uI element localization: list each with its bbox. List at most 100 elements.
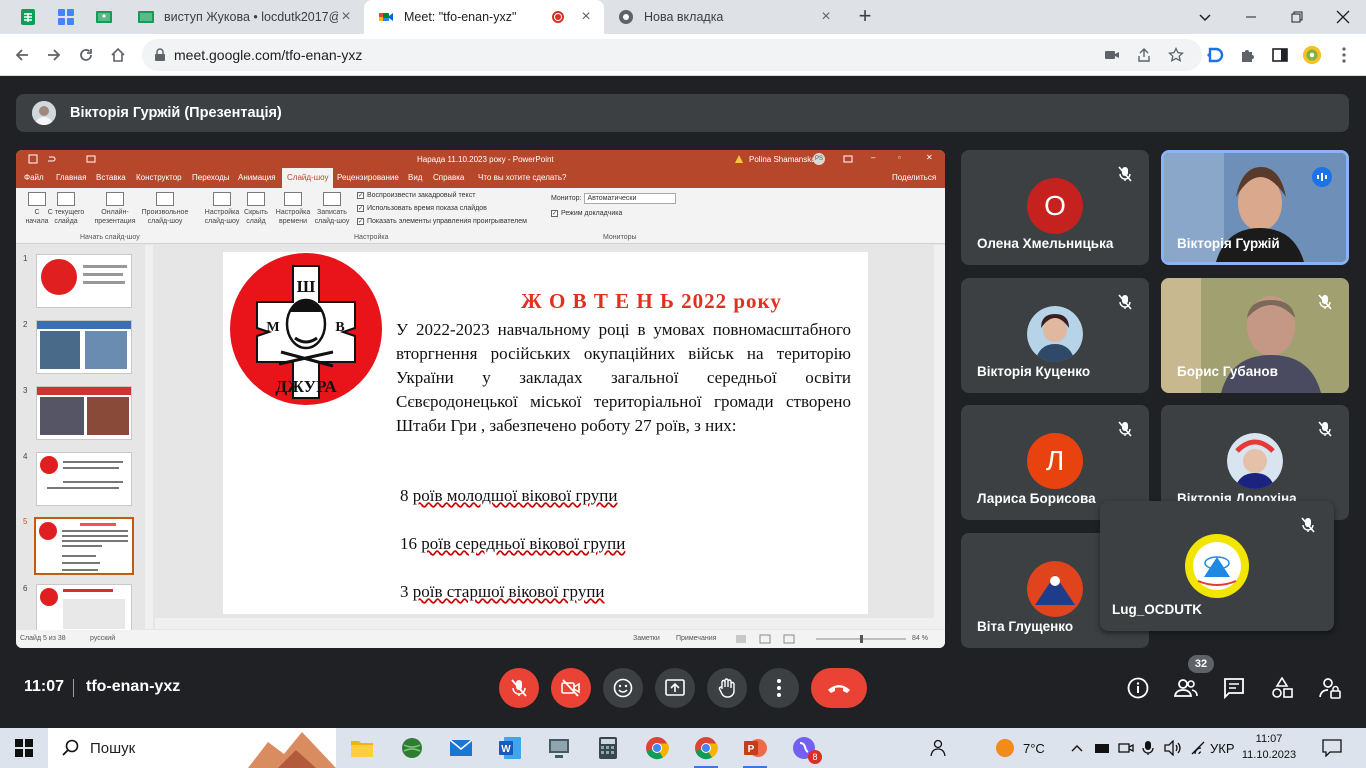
present-button[interactable] [655,668,695,708]
slide-thumbnail-selected[interactable] [34,517,134,575]
chrome-app[interactable] [643,734,671,762]
participant-tile[interactable]: Борис Губанов [1161,278,1349,393]
tray-overflow[interactable] [1070,728,1084,768]
new-tab-button[interactable]: + [852,5,878,29]
chrome-app-active[interactable] [692,734,720,768]
close-tab-icon[interactable]: × [818,9,834,25]
mic-toggle-button[interactable] [499,668,539,708]
calculator-app[interactable] [594,734,622,762]
rehearse-timings-button[interactable]: Настройка времени [274,192,312,226]
ppt-share[interactable]: Поделиться [892,173,936,182]
snipping-app[interactable] [545,734,573,762]
more-options-button[interactable] [759,668,799,708]
presenter-view-checkbox[interactable]: ✓ Режим докладчика [551,210,622,217]
start-button[interactable] [10,734,38,762]
hide-slide-button[interactable]: Скрыть слайд [242,192,270,226]
meeting-details-button[interactable] [1126,676,1150,700]
ppt-tab-design[interactable]: Конструктор [136,173,182,182]
address-bar[interactable]: meet.google.com/tfo-enan-yxz [142,39,1202,71]
mail-app[interactable] [447,734,475,762]
reactions-button[interactable] [603,668,643,708]
close-tab-icon[interactable]: × [578,9,594,25]
camera-toggle-button[interactable] [551,668,591,708]
ppt-tab-file[interactable]: Файл [24,173,44,182]
slide-thumbnail[interactable] [36,320,132,374]
people-button[interactable] [1174,676,1198,700]
ppt-restore-icon[interactable]: ▫ [898,153,901,162]
chrome-menu-button[interactable] [1334,45,1354,65]
globe-app[interactable] [398,734,426,762]
view-buttons-icon[interactable] [736,634,796,644]
back-button[interactable] [10,43,34,67]
from-current-button[interactable]: С текущего слайда [46,192,86,226]
zoom-slider[interactable] [816,635,906,643]
record-show-button[interactable]: Записать слайд-шоу [313,192,351,226]
minimize-button[interactable] [1228,0,1274,34]
slide-horizontal-scrollbar[interactable] [155,618,945,629]
reload-button[interactable] [74,43,98,67]
slide-thumbnail[interactable] [36,452,132,506]
monitor-select[interactable]: Монитор: Автоматически [551,193,677,204]
custom-show-button[interactable]: Произвольное слайд-шоу [140,192,190,226]
file-explorer-app[interactable] [348,734,376,762]
tab-meet[interactable]: Meet: "tfo-enan-yxz" × [364,0,604,34]
home-button[interactable] [106,43,130,67]
extension-d-button[interactable] [1206,45,1226,65]
timings-checkbox[interactable]: ✓ Использовать время показа слайдов [357,205,487,212]
apps-pinned-tab[interactable] [54,5,78,29]
ppt-tab-review[interactable]: Рецензирование [337,173,399,182]
chat-button[interactable] [1222,676,1246,700]
viber-app[interactable]: 8 [790,734,822,764]
slide-vertical-scrollbar[interactable] [934,245,945,629]
narration-checkbox[interactable]: ✓ Воспроизвести закадровый текст [357,192,475,199]
forward-button[interactable] [42,43,66,67]
participant-tile[interactable]: Вікторія Гуржій [1161,150,1349,265]
raise-hand-button[interactable] [707,668,747,708]
tray-network[interactable] [1190,728,1208,768]
ppt-tab-home[interactable]: Главная [56,173,86,182]
ppt-tab-view[interactable]: Вид [408,173,422,182]
share-icon[interactable] [1136,47,1152,63]
comments-button[interactable]: Примечания [676,635,716,642]
ppt-tab-animation[interactable]: Анимация [238,173,276,182]
participant-tile[interactable]: Вікторія Куценко [961,278,1149,393]
setup-show-button[interactable]: Настройка слайд-шоу [202,192,242,226]
notifications-button[interactable] [1322,728,1342,768]
host-controls-button[interactable] [1318,676,1342,700]
powerpoint-app[interactable]: P [741,734,769,768]
camera-indicator-icon[interactable] [1104,47,1120,63]
leave-call-button[interactable] [811,668,867,708]
self-view-tile[interactable]: Lug_OCDUTK [1100,501,1334,631]
tab-search-button[interactable] [1182,0,1228,34]
ppt-tab-help[interactable]: Справка [433,173,464,182]
tray-language[interactable]: УКР [1210,728,1235,768]
extensions-button[interactable] [1238,45,1258,65]
tray-network-drive[interactable] [1094,728,1110,768]
bookmark-star-icon[interactable] [1168,47,1184,63]
weather-widget[interactable]: 7°C [995,728,1045,768]
tray-microphone[interactable] [1142,728,1154,768]
tray-volume[interactable] [1164,728,1182,768]
close-window-button[interactable] [1320,0,1366,34]
taskbar-search[interactable]: Пошук [48,728,336,768]
ppt-minimize-icon[interactable]: – [871,153,875,162]
ppt-tab-transitions[interactable]: Переходы [192,173,230,182]
tray-camera[interactable] [1118,728,1134,768]
ppt-tab-slideshow[interactable]: Слайд-шоу [282,168,334,188]
classroom-pinned-tab[interactable] [92,5,116,29]
taskbar-clock[interactable]: 11:07 11.10.2023 [1236,731,1302,763]
tab-new[interactable]: Нова вкладка × [604,0,844,34]
notes-button[interactable]: Заметки [633,635,660,642]
online-presentation-button[interactable]: Онлайн-презентация [92,192,138,226]
people-tray-button[interactable] [928,728,948,768]
close-tab-icon[interactable]: × [338,9,354,25]
profile-button[interactable] [1302,45,1322,65]
media-controls-checkbox[interactable]: ✓ Показать элементы управления проигрыват… [357,218,527,225]
restore-button[interactable] [1274,0,1320,34]
participant-tile[interactable]: О Олена Хмельницька [961,150,1149,265]
tab-vystup[interactable]: виступ Жукова • locdutk2017@ × [124,0,364,34]
ppt-close-icon[interactable]: ✕ [926,153,933,162]
word-app[interactable]: W [496,734,524,762]
zoom-level[interactable]: 84 % [912,635,928,642]
thumbnails-scrollbar[interactable] [145,245,153,629]
